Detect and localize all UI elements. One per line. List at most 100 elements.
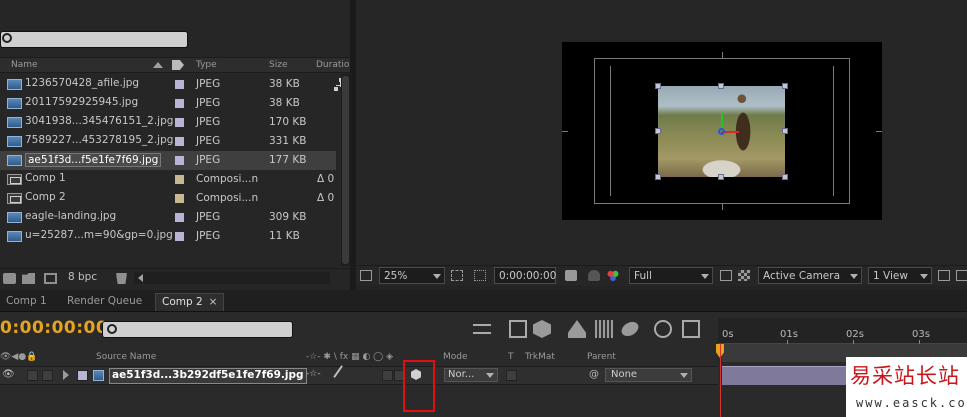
show-snapshot-icon[interactable]	[588, 270, 600, 281]
project-item[interactable]: 3041938...345476151_2.jpg JPEG 170 KB	[0, 113, 336, 132]
item-size: 38 KB	[269, 78, 300, 90]
motion-blur-switch[interactable]	[382, 370, 393, 381]
item-name: 7589227...453278195_2.jpg	[25, 134, 174, 146]
image-file-icon	[7, 79, 22, 90]
image-file-icon	[7, 155, 22, 166]
label-color-swatch[interactable]	[175, 175, 184, 184]
label-color-swatch[interactable]	[175, 194, 184, 203]
column-size[interactable]: Size	[269, 60, 287, 70]
scrollbar-thumb[interactable]	[342, 76, 349, 264]
solo-switch[interactable]	[27, 370, 38, 381]
project-item[interactable]: 20117592925945.jpg JPEG 38 KB	[0, 94, 336, 113]
transform-handle[interactable]	[655, 83, 661, 89]
project-item[interactable]: Comp 2 Composi...n Δ 0	[0, 189, 336, 208]
image-file-icon	[7, 136, 22, 147]
transparency-grid-icon[interactable]	[474, 270, 486, 281]
frame-blending-icon[interactable]	[595, 320, 613, 338]
tab-render-queue[interactable]: Render Queue	[61, 293, 148, 311]
project-search-input[interactable]	[0, 31, 188, 48]
region-of-interest-icon[interactable]	[720, 270, 732, 281]
timeline-search-input[interactable]	[102, 321, 293, 338]
composition-mini-flowchart-icon[interactable]	[473, 324, 491, 334]
new-folder-icon[interactable]	[22, 273, 35, 284]
item-duration: Δ 0	[317, 192, 335, 204]
toggle-transparency-grid-icon[interactable]	[738, 270, 750, 281]
interpret-footage-icon[interactable]	[3, 273, 16, 284]
label-color-swatch[interactable]	[175, 232, 184, 241]
layer-label-color[interactable]	[77, 370, 88, 381]
column-name[interactable]: Name	[11, 60, 38, 70]
snapshot-camera-icon[interactable]	[565, 270, 577, 281]
camera-view-dropdown[interactable]: Active Camera	[758, 267, 862, 284]
item-type: JPEG	[196, 230, 221, 242]
new-composition-icon[interactable]	[44, 273, 57, 284]
project-scrollbar[interactable]	[341, 74, 350, 266]
lock-switch[interactable]	[42, 370, 53, 381]
preserve-transparency-switch[interactable]	[506, 370, 517, 381]
column-trkmat[interactable]: TrkMat	[525, 352, 555, 362]
item-type: JPEG	[196, 78, 221, 90]
zoom-dropdown[interactable]: 25%	[379, 267, 445, 284]
safe-zones-icon[interactable]	[451, 270, 463, 281]
tab-comp-2[interactable]: Comp 2 ×	[155, 293, 225, 311]
project-item[interactable]: eagle-landing.jpg JPEG 309 KB	[0, 208, 336, 227]
always-preview-icon[interactable]	[360, 270, 372, 281]
project-item[interactable]: ae51f3d...f5e1fe7f69.jpg JPEG 177 KB	[0, 151, 336, 170]
tab-label: Render Queue	[67, 295, 143, 307]
viewer-timecode[interactable]: 0:00:00:00	[494, 267, 556, 284]
label-color-swatch[interactable]	[175, 137, 184, 146]
fast-previews-icon[interactable]	[956, 270, 967, 281]
parent-dropdown[interactable]: None	[605, 368, 692, 382]
shy-switch[interactable]: -☆-	[306, 369, 321, 379]
label-color-swatch[interactable]	[175, 213, 184, 222]
label-color-swatch[interactable]	[175, 80, 184, 89]
blend-mode-dropdown[interactable]: Nor...	[444, 368, 498, 382]
expand-layer-icon[interactable]	[63, 370, 69, 380]
column-t[interactable]: T	[508, 352, 514, 362]
scroll-left-icon[interactable]	[138, 274, 143, 282]
resolution-dropdown[interactable]: Full	[629, 267, 713, 284]
column-mode[interactable]: Mode	[443, 352, 468, 362]
layer-name[interactable]: ae51f3d...3b292df5e1fe7f69.jpg	[109, 368, 307, 384]
draft-3d-icon[interactable]	[509, 320, 527, 338]
transform-handle[interactable]	[718, 83, 724, 89]
transform-handle[interactable]	[718, 174, 724, 180]
project-item[interactable]: 7589227...453278195_2.jpg JPEG 331 KB	[0, 132, 336, 151]
column-source-name[interactable]: Source Name	[96, 352, 156, 362]
trash-icon[interactable]	[116, 273, 127, 284]
transform-handle[interactable]	[782, 83, 788, 89]
view-layout-dropdown[interactable]: 1 View	[868, 267, 932, 284]
current-time-indicator[interactable]	[720, 344, 721, 417]
channel-rgb-icon[interactable]	[607, 270, 619, 281]
project-item[interactable]: Comp 1 Composi...n Δ 0	[0, 170, 336, 189]
close-tab-icon[interactable]: ×	[209, 296, 218, 308]
item-size: 331 KB	[269, 135, 307, 147]
label-color-swatch[interactable]	[175, 156, 184, 165]
pick-whip-icon[interactable]: @	[589, 369, 599, 380]
current-time-display[interactable]: 0:00:00:00	[0, 318, 108, 338]
column-parent[interactable]: Parent	[587, 352, 616, 362]
column-type[interactable]: Type	[196, 60, 217, 70]
project-horizontal-scrollbar[interactable]	[134, 272, 330, 284]
sort-ascending-icon[interactable]	[153, 62, 163, 68]
project-item[interactable]: u=25287...m=90&gp=0.jpg JPEG 11 KB	[0, 227, 336, 246]
label-color-swatch[interactable]	[175, 99, 184, 108]
item-name: 3041938...345476151_2.jpg	[25, 115, 174, 127]
transform-handle[interactable]	[655, 174, 661, 180]
anchor-point-icon[interactable]	[718, 128, 725, 135]
transform-handle[interactable]	[782, 128, 788, 134]
label-color-swatch[interactable]	[175, 118, 184, 127]
center-tick-right	[876, 131, 882, 132]
graph-editor-icon[interactable]	[654, 320, 672, 338]
transform-handle[interactable]	[782, 174, 788, 180]
brainstorm-icon[interactable]	[682, 320, 700, 338]
item-type: JPEG	[196, 97, 221, 109]
tab-comp-1[interactable]: Comp 1	[0, 293, 53, 311]
project-item[interactable]: 1236570428_afile.jpg JPEG 38 KB	[0, 75, 336, 94]
bit-depth-button[interactable]: 8 bpc	[68, 271, 97, 283]
visibility-eye-icon[interactable]: 👁	[2, 369, 15, 380]
transform-handle[interactable]	[655, 128, 661, 134]
label-tag-icon[interactable]	[172, 60, 184, 70]
center-tick-bottom	[722, 204, 723, 210]
pixel-aspect-icon[interactable]	[938, 270, 950, 281]
